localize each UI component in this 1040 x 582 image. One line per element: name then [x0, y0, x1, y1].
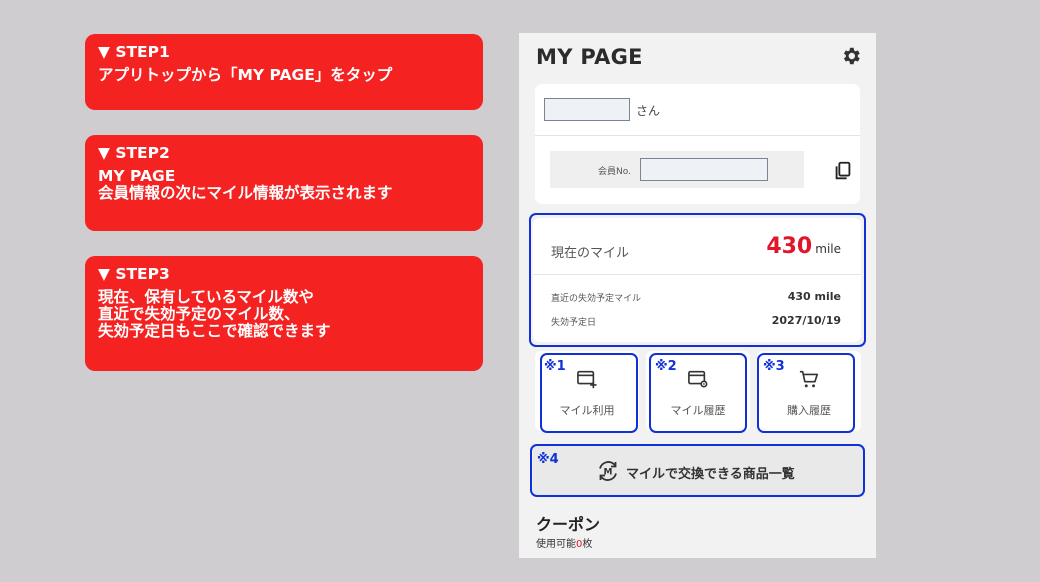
- note-1: ※1: [544, 359, 566, 374]
- member-number-field: [640, 158, 768, 181]
- copy-icon[interactable]: [832, 160, 854, 182]
- step-heading: ▼ STEP3: [98, 265, 170, 283]
- step-text: 失効予定日もここで確認できます: [98, 322, 331, 340]
- page-title: MY PAGE: [536, 45, 643, 69]
- member-number-row: 会員No.: [550, 151, 804, 188]
- member-number-label: 会員No.: [598, 167, 631, 177]
- step-heading: ▼ STEP1: [98, 43, 170, 61]
- coupon-suffix: 枚: [582, 539, 593, 550]
- highlight-box-4: [530, 444, 865, 497]
- gear-icon[interactable]: [840, 45, 862, 67]
- note-4: ※4: [537, 452, 559, 467]
- step-heading: ▼ STEP2: [98, 144, 170, 162]
- note-3: ※3: [763, 359, 785, 374]
- member-card: さん 会員No.: [535, 84, 860, 204]
- step-text: MY PAGE: [98, 167, 176, 185]
- coupon-title: クーポン: [536, 515, 601, 534]
- coupon-available: 使用可能0枚: [536, 535, 592, 550]
- step-text: 直近で失効予定のマイル数、: [98, 305, 300, 323]
- step-text: アプリトップから「MY PAGE」をタップ: [98, 66, 393, 84]
- step-text: 会員情報の次にマイル情報が表示されます: [98, 184, 393, 202]
- note-2: ※2: [655, 359, 677, 374]
- step1-callout: ▼ STEP1 アプリトップから「MY PAGE」をタップ: [85, 34, 483, 110]
- step-text: 現在、保有しているマイル数や: [98, 288, 314, 306]
- step3-callout: ▼ STEP3 現在、保有しているマイル数や 直近で失効予定のマイル数、 失効予…: [85, 256, 483, 371]
- coupon-prefix: 使用可能: [536, 539, 576, 550]
- step2-callout: ▼ STEP2 MY PAGE 会員情報の次にマイル情報が表示されます: [85, 135, 483, 231]
- divider: [535, 135, 860, 136]
- mile-info-highlight: [529, 213, 866, 347]
- member-name-field: [544, 98, 630, 121]
- honorific-label: さん: [636, 104, 661, 118]
